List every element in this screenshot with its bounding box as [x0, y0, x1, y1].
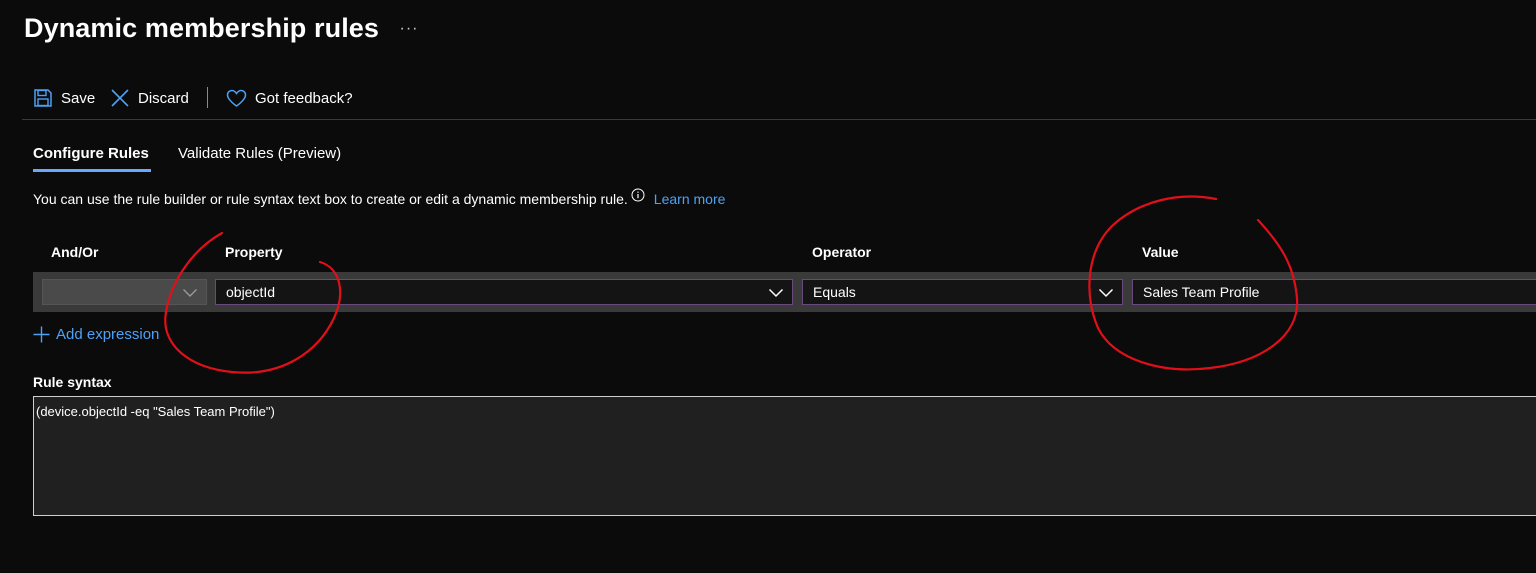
feedback-button[interactable]: Got feedback?	[226, 85, 353, 111]
close-icon	[111, 89, 129, 107]
chevron-down-icon	[768, 288, 784, 298]
learn-more-link[interactable]: Learn more	[654, 191, 726, 207]
toolbar-divider	[207, 87, 208, 108]
operator-value: Equals	[813, 284, 856, 300]
rule-syntax-label: Rule syntax	[33, 374, 112, 390]
more-options-icon[interactable]: ···	[398, 18, 420, 40]
info-icon[interactable]	[631, 188, 645, 202]
operator-select[interactable]: Equals	[802, 279, 1123, 305]
header-property: Property	[225, 244, 283, 260]
add-expression-label: Add expression	[56, 325, 160, 343]
and-or-select[interactable]	[42, 279, 207, 305]
header-value: Value	[1142, 244, 1179, 260]
save-label: Save	[61, 89, 96, 107]
description-text: You can use the rule builder or rule syn…	[33, 191, 628, 207]
discard-label: Discard	[138, 89, 189, 107]
property-select[interactable]: objectId	[215, 279, 793, 305]
save-button[interactable]: Save	[33, 85, 95, 111]
heart-icon	[226, 89, 247, 107]
value-input[interactable]: Sales Team Profile	[1132, 279, 1536, 305]
value-text: Sales Team Profile	[1143, 284, 1260, 300]
page: Dynamic membership rules ··· Save Discar…	[0, 0, 1536, 573]
plus-icon	[33, 326, 50, 342]
save-icon	[34, 89, 52, 107]
tab-validate-rules[interactable]: Validate Rules (Preview)	[178, 145, 341, 167]
page-title: Dynamic membership rules	[24, 13, 380, 43]
tab-configure-rules[interactable]: Configure Rules	[33, 145, 149, 167]
discard-button[interactable]: Discard	[110, 85, 189, 111]
rule-syntax-textbox[interactable]: (device.objectId -eq "Sales Team Profile…	[33, 396, 1536, 516]
chevron-down-icon	[183, 289, 197, 297]
add-expression-button[interactable]: Add expression	[33, 324, 159, 344]
tab-selected-indicator	[33, 169, 151, 172]
chevron-down-icon	[1098, 288, 1114, 298]
feedback-label: Got feedback?	[255, 89, 353, 107]
description: You can use the rule builder or rule syn…	[33, 188, 726, 207]
toolbar-separator	[22, 119, 1536, 120]
header-and-or: And/Or	[51, 244, 99, 260]
property-value: objectId	[226, 284, 276, 300]
header-operator: Operator	[812, 244, 872, 260]
